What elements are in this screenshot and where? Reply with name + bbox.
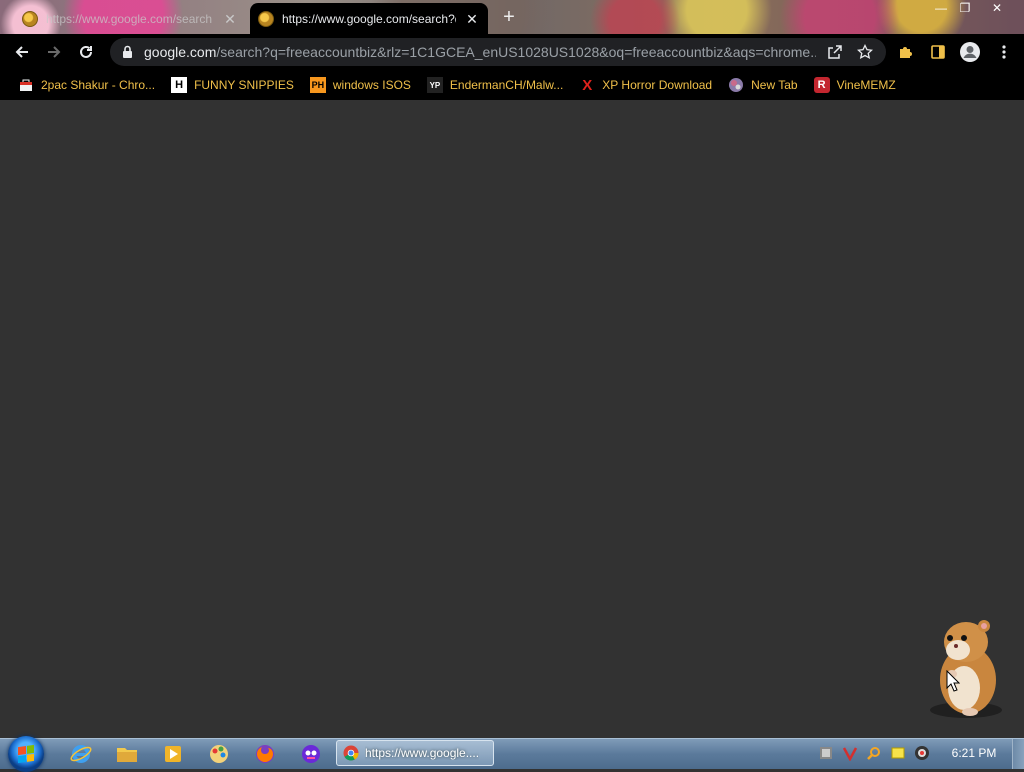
clock[interactable]: 6:21 PM [946,746,1002,760]
chrome-favicon-icon [22,10,38,27]
bookmark-vinememz[interactable]: R VineMEMZ [806,73,904,97]
reload-icon [80,45,92,58]
title-bar: https://www.google.com/search ✕ https://… [0,0,1024,34]
tray-search-icon[interactable] [866,745,882,761]
url-path: /search?q=freeaccountbiz&rlz=1C1GCEA_enU… [216,44,816,60]
bookmark-label: VineMEMZ [836,78,896,92]
bookmark-star-icon[interactable] [854,41,876,63]
browser-toolbar: google.com/search?q=freeaccountbiz&rlz=1… [0,34,1024,70]
lock-icon[interactable] [120,44,134,60]
side-panel-icon[interactable] [926,40,950,64]
tab-google-search-2[interactable]: https://www.google.com/search?q=freeacco… [250,3,488,34]
game-app-icon[interactable] [298,742,324,766]
globe-icon [728,77,744,93]
bookmark-label: 2pac Shakur - Chro... [41,78,156,92]
chrome-icon [343,745,359,761]
r-logo-icon: R [813,77,830,93]
forward-button[interactable] [42,40,66,64]
ph-logo-icon: PH [309,77,326,93]
mouse-cursor-icon [946,670,960,692]
chrome-favicon-icon [258,10,274,27]
tab-close-icon[interactable]: ✕ [464,11,480,27]
share-icon[interactable] [824,41,846,63]
tab-google-search-1[interactable]: https://www.google.com/search ✕ [14,3,246,34]
bookmark-label: New Tab [751,78,798,92]
internet-explorer-icon[interactable] [68,742,94,766]
bookmark-label: windows ISOS [332,78,411,92]
tab-title: https://www.google.com/search?q=freeacco… [282,11,456,26]
new-tab-button[interactable]: + [498,7,520,29]
url-text[interactable]: google.com/search?q=freeaccountbiz&rlz=1… [144,44,816,60]
bookmark-label: EndermanCH/Malw... [449,78,564,92]
bag-icon [18,77,34,93]
tab-close-icon[interactable]: ✕ [222,11,238,27]
arrow-right-icon [48,46,61,58]
bookmark-label: FUNNY SNIPPIES [194,78,294,92]
reload-button[interactable] [74,40,98,64]
media-player-icon[interactable] [160,742,186,766]
address-bar[interactable]: google.com/search?q=freeaccountbiz&rlz=1… [110,38,886,66]
show-desktop-button[interactable] [1012,739,1024,769]
h-logo-icon: H [171,77,188,93]
firefox-icon[interactable] [252,742,278,766]
maximize-button[interactable]: ❐ [952,0,978,18]
paint-app-icon[interactable] [206,742,232,766]
taskbar: https://www.google.... 6:21 PM [0,736,1024,772]
bookmark-xp-horror[interactable]: X XP Horror Download [571,73,720,97]
back-button[interactable] [10,40,34,64]
extensions-puzzle-icon[interactable] [894,40,918,64]
menu-kebab-icon[interactable] [992,40,1016,64]
tray-app-icon[interactable] [818,745,834,761]
hamster-mascot-icon[interactable] [918,612,1008,722]
profile-avatar-icon[interactable] [958,40,982,64]
taskbar-window-title: https://www.google.... [365,746,480,760]
tab-title: https://www.google.com/search [46,11,213,26]
page-content [0,100,1024,738]
taskbar-chrome-window[interactable]: https://www.google.... [336,740,494,766]
tray-notification-icon[interactable] [890,745,906,761]
bookmark-funny-snippies[interactable]: H FUNNY SNIPPIES [163,73,302,97]
bookmark-2pac[interactable]: 2pac Shakur - Chro... [10,73,163,97]
minimize-button[interactable]: — [928,0,954,18]
file-explorer-icon[interactable] [114,742,140,766]
bookmark-label: XP Horror Download [602,78,713,92]
bookmark-endermanch[interactable]: YP EndermanCH/Malw... [419,73,571,97]
bookmark-new-tab[interactable]: New Tab [720,73,805,97]
windows-logo-icon [18,744,34,764]
url-host: google.com [144,44,217,60]
bookmark-windows-isos[interactable]: PH windows ISOS [302,73,419,97]
arrow-left-icon [15,46,28,58]
close-window-button[interactable]: ✕ [984,0,1010,18]
tray-antivirus-icon[interactable] [842,745,858,761]
x-logo-icon: X [582,76,593,94]
tray-volume-icon[interactable] [914,745,930,761]
yp-logo-icon: YP [426,77,443,93]
bookmarks-bar: 2pac Shakur - Chro... H FUNNY SNIPPIES P… [0,70,1024,100]
start-button[interactable] [8,736,44,772]
